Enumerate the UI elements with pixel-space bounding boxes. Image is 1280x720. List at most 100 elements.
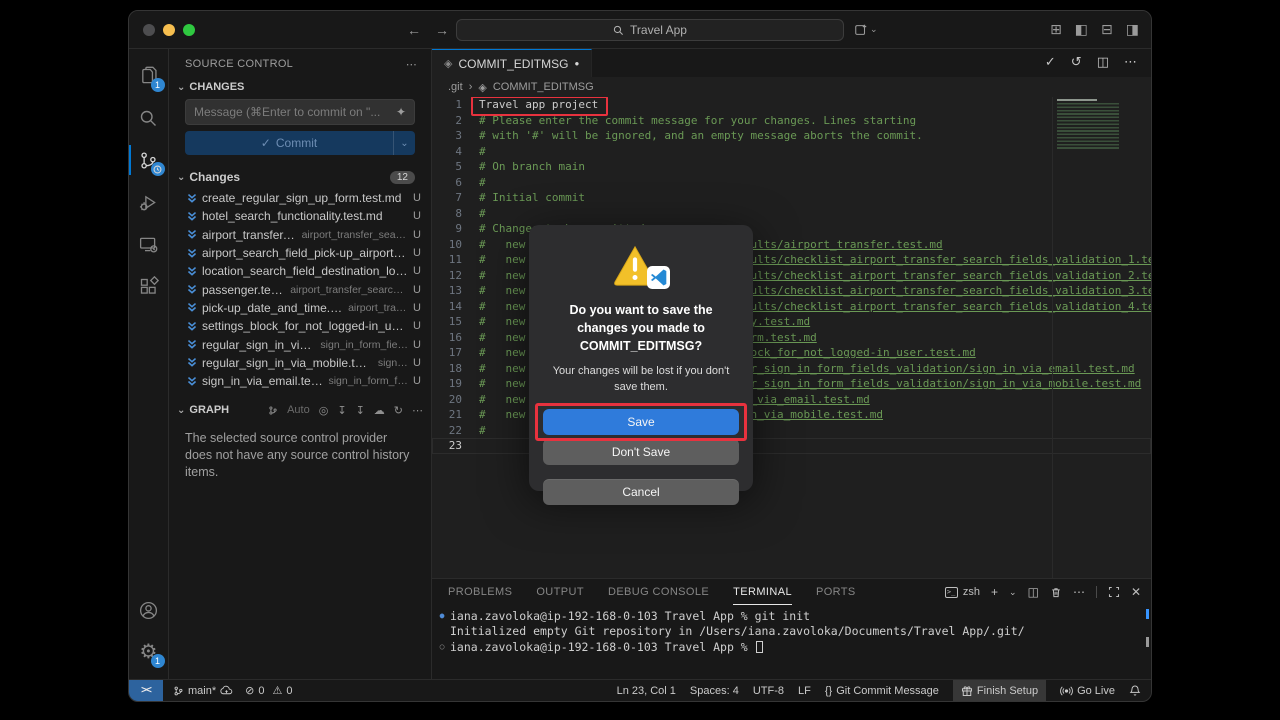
command-decoration-icon[interactable]: ○ bbox=[436, 642, 448, 651]
eol-item[interactable]: LF bbox=[798, 680, 811, 701]
extensions-icon[interactable] bbox=[129, 265, 169, 307]
modified-dot-icon[interactable]: ● bbox=[574, 59, 579, 68]
changed-file-row[interactable]: hotel_search_functionality.test.md U bbox=[169, 207, 431, 225]
sparkle-icon[interactable]: ✦ bbox=[396, 105, 406, 119]
changed-file-row[interactable]: pick-up_date_and_time.test.md airport_tr… bbox=[169, 299, 431, 317]
launch-profile-chevron-icon[interactable]: ⌄ bbox=[1009, 587, 1017, 598]
command-center-search[interactable]: Travel App bbox=[456, 19, 844, 41]
file-name: settings_block_for_not_logged-in_user.te… bbox=[202, 319, 408, 333]
annotation-box-save-button bbox=[535, 403, 747, 441]
changes-tree-header[interactable]: ⌄ Changes 12 bbox=[169, 167, 431, 187]
cloud-icon[interactable]: ☁ bbox=[374, 404, 385, 417]
split-terminal-icon[interactable]: ◫ bbox=[1028, 585, 1039, 599]
remote-indicator[interactable]: >< bbox=[129, 680, 163, 701]
changed-file-row[interactable]: location_search_field_destination_locati… bbox=[169, 262, 431, 280]
changed-file-row[interactable]: regular_sign_in_via_mobile.test.md sign_… bbox=[169, 354, 431, 372]
panel-tab[interactable]: DEBUG CONSOLE bbox=[608, 579, 709, 605]
panel-tab[interactable]: PROBLEMS bbox=[448, 579, 512, 605]
indentation-item[interactable]: Spaces: 4 bbox=[690, 680, 739, 701]
editor-line: 7 # Initial commit bbox=[432, 190, 1151, 206]
breadcrumb-file[interactable]: COMMIT_EDITMSG bbox=[493, 81, 594, 93]
terminal-output[interactable]: ● iana.zavoloka@ip-192-168-0-103 Travel … bbox=[432, 605, 1151, 679]
toggle-secondary-sidebar-icon[interactable]: ◨ bbox=[1126, 21, 1139, 38]
command-decoration-icon[interactable]: ● bbox=[436, 611, 448, 620]
finish-setup-item[interactable]: Finish Setup bbox=[953, 680, 1046, 701]
branch-status-item[interactable]: main* bbox=[173, 685, 233, 697]
chevron-down-icon: ⌄ bbox=[177, 405, 185, 416]
go-live-item[interactable]: Go Live bbox=[1060, 680, 1115, 701]
panel-tab[interactable]: OUTPUT bbox=[536, 579, 584, 605]
changed-file-row[interactable]: settings_block_for_not_logged-in_user.te… bbox=[169, 317, 431, 335]
accept-commit-icon[interactable]: ✓ bbox=[1045, 54, 1056, 70]
graph-section-header[interactable]: ⌄ GRAPH Auto ◎ ↧ ↧ ☁ ↻ ⋯ bbox=[169, 400, 431, 420]
maximize-panel-icon[interactable] bbox=[1108, 586, 1120, 598]
changed-file-row[interactable]: sign_in_via_email.test.md sign_in_form_f… bbox=[169, 372, 431, 390]
terminal-shell-chip[interactable]: >_ zsh bbox=[945, 586, 980, 598]
changed-file-row[interactable]: airport_search_field_pick-up_airport.tes… bbox=[169, 244, 431, 262]
run-debug-icon[interactable] bbox=[129, 181, 169, 223]
line-number: 13 bbox=[432, 284, 462, 297]
branch-icon bbox=[268, 405, 278, 416]
close-panel-icon[interactable]: ✕ bbox=[1131, 585, 1141, 599]
language-mode-item[interactable]: {} Git Commit Message bbox=[825, 680, 939, 701]
source-control-icon[interactable] bbox=[129, 139, 169, 181]
open-recent-control[interactable]: ⌄ bbox=[854, 23, 878, 37]
toggle-primary-sidebar-icon[interactable]: ◧ bbox=[1075, 21, 1088, 38]
customize-layout-icon[interactable]: ⊞ bbox=[1050, 21, 1062, 38]
search-view-icon[interactable] bbox=[129, 97, 169, 139]
forward-icon[interactable]: → bbox=[435, 22, 449, 38]
search-icon bbox=[613, 25, 624, 36]
accounts-icon[interactable] bbox=[129, 589, 169, 631]
commit-dropdown-button[interactable]: ⌄ bbox=[393, 131, 415, 155]
toggle-panel-icon[interactable]: ⊟ bbox=[1101, 21, 1113, 38]
discard-changes-icon[interactable]: ↺ bbox=[1071, 54, 1082, 70]
maximize-window-button[interactable] bbox=[183, 24, 195, 36]
dont-save-button[interactable]: Don't Save bbox=[543, 439, 739, 465]
encoding-item[interactable]: UTF-8 bbox=[753, 680, 784, 701]
tab-commit-editmsg[interactable]: ◈ COMMIT_EDITMSG ● bbox=[432, 49, 592, 77]
scm-progress-badge bbox=[151, 162, 165, 176]
test-file-icon bbox=[187, 302, 197, 313]
refresh-icon[interactable]: ↻ bbox=[394, 404, 403, 417]
panel-more-actions-icon[interactable]: ⋯ bbox=[1073, 585, 1085, 599]
branch-icon bbox=[173, 685, 184, 697]
changed-file-row[interactable]: create_regular_sign_up_form.test.md U bbox=[169, 189, 431, 207]
panel-tab[interactable]: PORTS bbox=[816, 579, 856, 605]
back-icon[interactable]: ← bbox=[407, 22, 421, 38]
cancel-button[interactable]: Cancel bbox=[543, 479, 739, 505]
new-terminal-icon[interactable]: + bbox=[991, 585, 998, 599]
push-icon[interactable]: ↧ bbox=[356, 404, 365, 417]
close-window-button[interactable] bbox=[143, 24, 155, 36]
minimize-window-button[interactable] bbox=[163, 24, 175, 36]
minimap[interactable] bbox=[1057, 99, 1143, 153]
editor-more-actions-icon[interactable]: ⋯ bbox=[1124, 54, 1137, 70]
problems-status-item[interactable]: ⊘ 0 ⚠ 0 bbox=[245, 684, 292, 697]
panel-tab[interactable]: TERMINAL bbox=[733, 579, 792, 605]
split-editor-icon[interactable]: ◫ bbox=[1097, 54, 1109, 70]
pull-icon[interactable]: ↧ bbox=[337, 404, 346, 417]
untracked-status-badge: U bbox=[413, 284, 421, 296]
explorer-badge: 1 bbox=[151, 78, 165, 92]
explorer-icon[interactable]: 1 bbox=[129, 55, 169, 97]
line-number: 3 bbox=[432, 129, 462, 142]
terminal-line: iana.zavoloka@ip-192-168-0-103 Travel Ap… bbox=[450, 609, 810, 623]
notifications-bell-icon[interactable] bbox=[1129, 680, 1141, 701]
commit-button[interactable]: ✓ Commit ⌄ bbox=[185, 131, 415, 155]
graph-more-actions-icon[interactable]: ⋯ bbox=[412, 404, 423, 417]
changed-file-row[interactable]: airport_transfer.test.md airport_transfe… bbox=[169, 226, 431, 244]
test-file-icon bbox=[187, 321, 197, 332]
remote-explorer-icon[interactable] bbox=[129, 223, 169, 265]
settings-gear-icon[interactable]: ⚙ 1 bbox=[129, 631, 169, 673]
line-number: 9 bbox=[432, 222, 462, 235]
breadcrumb-root[interactable]: .git bbox=[448, 81, 463, 93]
commit-message-input[interactable]: Message (⌘Enter to commit on "... ✦ bbox=[185, 99, 415, 125]
changes-section-header[interactable]: ⌄ CHANGES bbox=[169, 79, 431, 95]
editor-line: 5 # On branch main bbox=[432, 159, 1151, 175]
kill-terminal-icon[interactable] bbox=[1050, 586, 1062, 599]
changed-file-row[interactable]: regular_sign_in_via_email.test.md sign_i… bbox=[169, 335, 431, 353]
changed-file-row[interactable]: passenger.test.md airport_transfer_searc… bbox=[169, 280, 431, 298]
breadcrumb[interactable]: .git › ◈ COMMIT_EDITMSG bbox=[432, 77, 1151, 97]
sidebar-more-actions-icon[interactable]: ⋯ bbox=[406, 58, 417, 71]
cursor-position-item[interactable]: Ln 23, Col 1 bbox=[617, 680, 676, 701]
target-icon[interactable]: ◎ bbox=[319, 404, 329, 417]
